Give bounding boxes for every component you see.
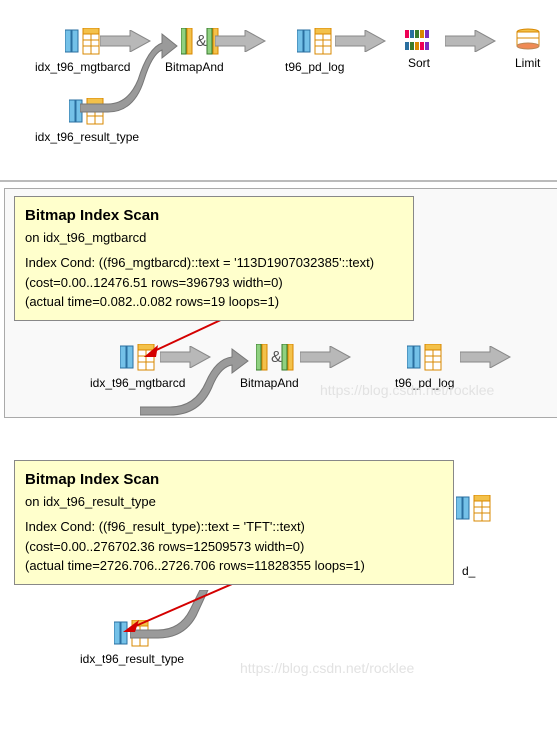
tooltip-bitmap-scan-mgtbarcd: Bitmap Index Scan on idx_t96_mgtbarcd In… [14, 196, 414, 321]
plan-overview: idx_t96_mgtbarcd idx_t96_result_type Bit… [0, 0, 557, 160]
flow-arrow [335, 30, 390, 52]
tooltip-line: (actual time=2726.706..2726.706 rows=118… [25, 556, 443, 576]
node-label: Limit [515, 56, 540, 70]
tooltip-subtitle: on idx_t96_result_type [25, 492, 443, 512]
watermark: https://blog.csdn.net/rocklee [240, 660, 414, 676]
tooltip-line: (actual time=0.082..0.082 rows=19 loops=… [25, 292, 403, 312]
tooltip-line: (cost=0.00..12476.51 rows=396793 width=0… [25, 273, 403, 293]
tooltip-title: Bitmap Index Scan [25, 205, 403, 228]
table-scan-icon [456, 495, 492, 523]
tooltip-bitmap-scan-result-type: Bitmap Index Scan on idx_t96_result_type… [14, 460, 454, 585]
detail-result-type: Bitmap Index Scan on idx_t96_result_type… [0, 450, 557, 710]
node-label-fragment: d_ [462, 564, 475, 578]
bitmap-and-icon [256, 344, 282, 372]
sort-icon [405, 30, 433, 52]
node-limit[interactable]: Limit [515, 28, 540, 70]
tooltip-subtitle: on idx_t96_mgtbarcd [25, 228, 403, 248]
node-sort[interactable]: Sort [405, 30, 433, 70]
detail-mgtbarcd: Bitmap Index Scan on idx_t96_mgtbarcd In… [0, 180, 557, 430]
bitmap-and-icon [181, 28, 207, 56]
heap-scan-icon [297, 28, 333, 56]
tooltip-line: (cost=0.00..276702.36 rows=12509573 widt… [25, 537, 443, 557]
heap-scan-icon [407, 344, 443, 372]
flow-arrow [215, 30, 270, 52]
flow-arrow [460, 346, 520, 368]
node-partial[interactable] [456, 495, 492, 523]
limit-icon [516, 28, 540, 52]
tooltip-line: Index Cond: ((f96_result_type)::text = '… [25, 517, 443, 537]
node-label: Sort [408, 56, 430, 70]
tooltip-title: Bitmap Index Scan [25, 469, 443, 492]
flow-arrow [300, 346, 360, 368]
node-label: t96_pd_log [285, 60, 344, 74]
flow-arrow-curved [80, 30, 180, 125]
node-label: idx_t96_result_type [80, 652, 184, 666]
flow-arrow [445, 30, 500, 52]
tooltip-line: Index Cond: ((f96_mgtbarcd)::text = '113… [25, 253, 403, 273]
node-label: idx_t96_result_type [35, 130, 139, 144]
watermark: https://blog.csdn.net/rocklee [320, 382, 494, 398]
